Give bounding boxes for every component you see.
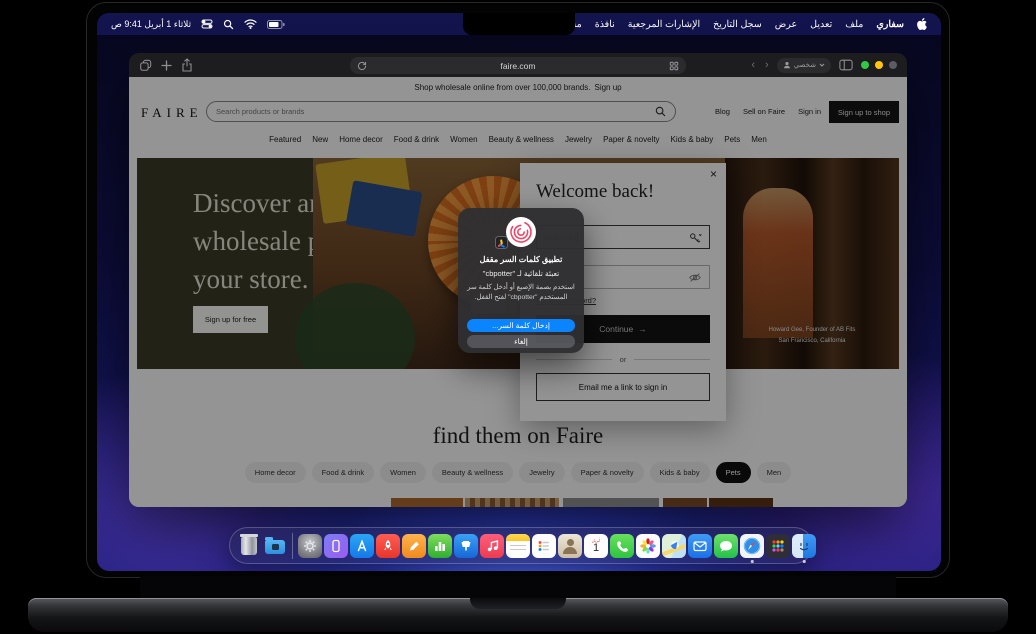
- laptop-hinge: [140, 576, 896, 600]
- laptop-lid-notch: [470, 598, 566, 609]
- menu-bookmarks[interactable]: الإشارات المرجعية: [628, 19, 700, 30]
- dialog-body: استخدم بصمة الإصبع أو أدخل كلمة سر المست…: [467, 284, 575, 301]
- calendar-day: 1: [592, 542, 600, 554]
- macbook-lid: ثلاثاء 1 أبريل 9:41 ص سفاري ملف تعديل عر…: [86, 2, 950, 578]
- numbers-icon[interactable]: [428, 533, 452, 558]
- chevron-down-icon: [819, 63, 825, 67]
- back-icon[interactable]: ‹: [751, 59, 755, 71]
- control-center-icon[interactable]: [201, 18, 213, 30]
- enter-password-button[interactable]: إدخال كلمة السر...: [467, 319, 575, 332]
- pages-icon[interactable]: [402, 533, 426, 558]
- reload-icon[interactable]: [357, 61, 367, 71]
- close-button[interactable]: [889, 61, 897, 69]
- cancel-button[interactable]: إلغاء: [467, 335, 575, 348]
- rocket-app-icon[interactable]: [376, 533, 400, 558]
- dock: أبريل 1: [229, 527, 816, 564]
- apple-menu-icon[interactable]: [917, 18, 927, 30]
- launchpad-icon[interactable]: [766, 533, 790, 558]
- dialog-subtitle: تعبئة تلقائية لـ "cbpotter": [482, 269, 560, 278]
- zoom-button[interactable]: [861, 61, 869, 69]
- passwords-app-icon: [495, 236, 508, 249]
- sidebar-icon[interactable]: [839, 59, 853, 71]
- minimize-button[interactable]: [875, 61, 883, 69]
- share-icon[interactable]: [181, 58, 193, 72]
- app-store-icon[interactable]: [350, 533, 374, 558]
- faire-page: Shop wholesale online from over 100,000 …: [129, 77, 907, 507]
- touchid-unlock-dialog: تطبيق كلمات السر مقفل تعبئة تلقائية لـ "…: [458, 208, 584, 353]
- wifi-icon[interactable]: [244, 19, 257, 29]
- profile-label: شخصي: [793, 62, 816, 69]
- battery-icon[interactable]: [267, 19, 285, 29]
- menu-history[interactable]: سجل التاريخ: [713, 19, 762, 30]
- trash-icon[interactable]: [237, 534, 261, 558]
- extensions-icon[interactable]: [669, 61, 679, 71]
- profile-switcher[interactable]: شخصي: [776, 57, 831, 73]
- menu-window[interactable]: نافذة: [595, 19, 615, 30]
- music-icon[interactable]: [480, 533, 504, 558]
- url-text: faire.com: [500, 60, 536, 71]
- calendar-icon[interactable]: أبريل 1: [584, 533, 608, 558]
- maps-icon[interactable]: [662, 533, 686, 558]
- menu-view[interactable]: عرض: [775, 19, 797, 30]
- tab-overview-icon[interactable]: [139, 59, 152, 72]
- address-bar[interactable]: faire.com: [350, 57, 686, 74]
- notes-icon[interactable]: [506, 533, 530, 558]
- mail-icon[interactable]: [688, 533, 712, 558]
- menu-bar-clock[interactable]: ثلاثاء 1 أبريل 9:41 ص: [111, 19, 191, 30]
- dialog-title: تطبيق كلمات السر مقفل: [479, 255, 563, 264]
- menu-file[interactable]: ملف: [845, 19, 863, 30]
- phone-icon[interactable]: [610, 533, 634, 558]
- finder-icon[interactable]: [792, 533, 816, 558]
- dock-separator: [292, 532, 293, 559]
- desktop-wallpaper: ثلاثاء 1 أبريل 9:41 ص سفاري ملف تعديل عر…: [97, 13, 941, 571]
- safari-icon[interactable]: [740, 533, 764, 558]
- contacts-icon[interactable]: [558, 533, 582, 558]
- person-icon: [783, 61, 790, 69]
- display-notch: [463, 13, 575, 35]
- system-settings-icon[interactable]: [298, 533, 322, 558]
- forward-icon[interactable]: ›: [765, 59, 769, 71]
- spotlight-icon[interactable]: [223, 19, 234, 30]
- safari-window: faire.com ‹ › شخصي Shop wholesale online…: [129, 53, 907, 507]
- new-tab-icon[interactable]: [161, 59, 172, 71]
- downloads-folder-icon[interactable]: [263, 534, 287, 558]
- messages-icon[interactable]: [714, 533, 738, 558]
- safari-toolbar: faire.com ‹ › شخصي: [129, 53, 907, 77]
- iphone-mirroring-icon[interactable]: [324, 533, 348, 558]
- keynote-icon[interactable]: [454, 533, 478, 558]
- marketing-stage: ثلاثاء 1 أبريل 9:41 ص سفاري ملف تعديل عر…: [0, 0, 1036, 634]
- window-controls: [861, 61, 897, 69]
- laptop-base: [28, 598, 1008, 632]
- touchid-fingerprint-icon: [506, 217, 536, 247]
- photos-icon[interactable]: [636, 533, 660, 558]
- menu-safari[interactable]: سفاري: [876, 19, 904, 30]
- reminders-icon[interactable]: [532, 533, 556, 558]
- menu-edit[interactable]: تعديل: [810, 19, 832, 30]
- menu-bar-status: ثلاثاء 1 أبريل 9:41 ص: [111, 18, 285, 30]
- menu-bar-menus: سفاري ملف تعديل عرض سجل التاريخ الإشارات…: [550, 18, 927, 30]
